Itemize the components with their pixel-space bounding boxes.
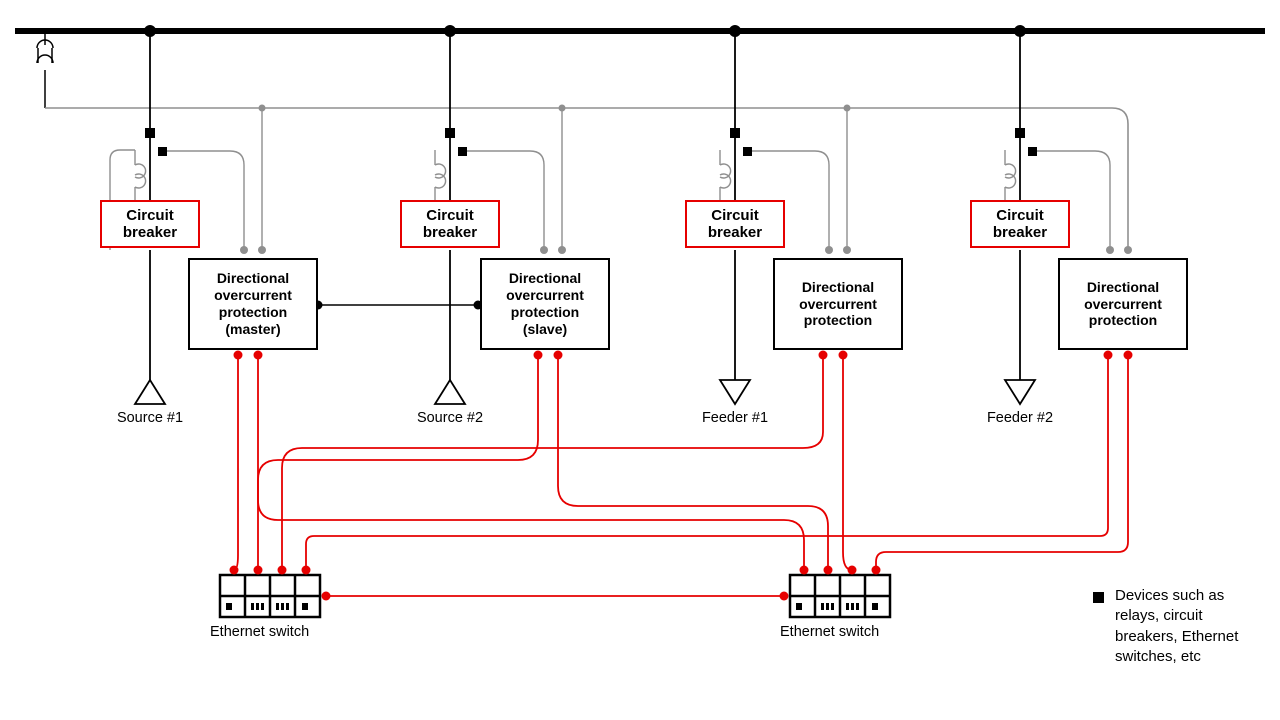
arrow-up-icon bbox=[135, 380, 165, 404]
label-fd1: Feeder #1 bbox=[685, 410, 785, 426]
protection-fd1: Directionalovercurrentprotection bbox=[773, 258, 903, 350]
label-fd2: Feeder #2 bbox=[970, 410, 1070, 426]
arrow-down-icon bbox=[720, 380, 750, 404]
circuit-breaker-src2: Circuitbreaker bbox=[400, 200, 500, 248]
square-icon bbox=[145, 128, 155, 138]
circuit-breaker-fd1: Circuitbreaker bbox=[685, 200, 785, 248]
arrow-down-icon bbox=[1005, 380, 1035, 404]
ct-icon bbox=[135, 150, 146, 202]
ethernet-switch-left-icon bbox=[220, 575, 320, 617]
switch-left-ports bbox=[230, 566, 311, 575]
legend-square-icon bbox=[1093, 592, 1104, 603]
ethernet-cables bbox=[234, 355, 1128, 570]
circuit-breaker-fd2: Circuitbreaker bbox=[970, 200, 1070, 248]
ethernet-switch-left-label: Ethernet switch bbox=[210, 624, 350, 640]
ethernet-switch-right-label: Ethernet switch bbox=[780, 624, 920, 640]
label-src1: Source #1 bbox=[100, 410, 200, 426]
diagram-canvas bbox=[0, 0, 1280, 720]
arrow-up-icon bbox=[435, 380, 465, 404]
transformer-icon bbox=[37, 34, 53, 108]
label-src2: Source #2 bbox=[400, 410, 500, 426]
protection-slave: Directionalovercurrentprotection(slave) bbox=[480, 258, 610, 350]
switch-right-ports bbox=[800, 566, 881, 575]
busbar-line bbox=[15, 28, 1265, 34]
ethernet-switch-right-icon bbox=[790, 575, 890, 617]
circuit-breaker-src1: Circuitbreaker bbox=[100, 200, 200, 248]
protection-master: Directionalovercurrentprotection(master) bbox=[188, 258, 318, 350]
legend-text: Devices such as relays, circuit breakers… bbox=[1115, 586, 1265, 667]
protection-fd2: Directionalovercurrentprotection bbox=[1058, 258, 1188, 350]
